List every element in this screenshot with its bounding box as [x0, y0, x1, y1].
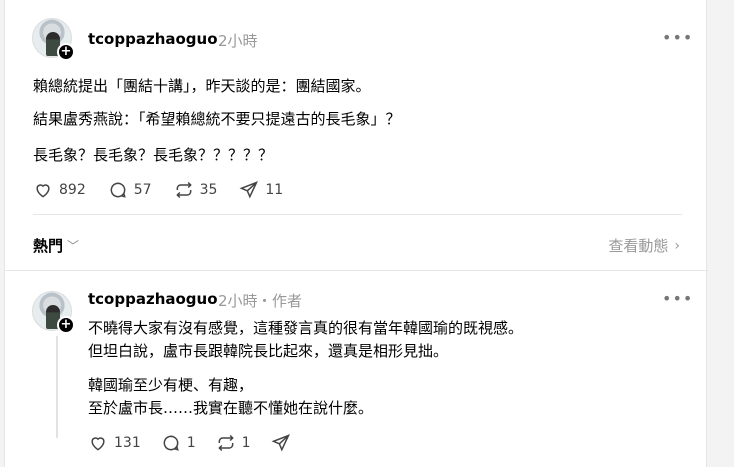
reply-line-4: 至於盧市長……我實在聽不懂她在說什麼。	[88, 399, 374, 417]
like-count: 131	[114, 435, 141, 451]
repost-icon	[217, 434, 234, 452]
comment-count: 57	[133, 182, 152, 198]
thread-card: + tcoppazhaoguo 2小時 ••• 賴總統提出「團結十講」，昨天談的…	[4, 0, 708, 467]
more-icon[interactable]: •••	[662, 28, 693, 47]
view-activity-label: 查看動態	[608, 237, 669, 255]
reply-line-2: 但坦白說，盧市長跟韓院長比起來，還真是相形見拙。	[88, 342, 449, 360]
heart-icon	[36, 184, 50, 198]
repost-count: 35	[199, 182, 218, 198]
sort-dropdown[interactable]: 熱門 ﹀	[33, 235, 79, 256]
follow-plus-icon[interactable]: +	[57, 43, 75, 61]
comment-icon	[163, 435, 179, 451]
sort-label: 熱門	[33, 237, 64, 255]
reply-actions: 131 1 1	[88, 433, 291, 453]
divider	[33, 214, 682, 215]
share-button[interactable]	[271, 433, 291, 453]
thread-line	[56, 336, 58, 438]
repost-button[interactable]: 1	[216, 433, 251, 453]
reply-avatar[interactable]: +	[32, 291, 75, 334]
view-activity-link[interactable]: 查看動態 ›	[608, 235, 680, 256]
share-count: 11	[265, 182, 284, 198]
post-line-1: 賴總統提出「團結十講」，昨天談的是：團結國家。	[33, 77, 371, 95]
author-tag: ・作者	[257, 292, 303, 310]
reply-line-1: 不曉得大家有沒有感覺，這種發言真的很有當年韓國瑜的既視感。	[88, 319, 524, 337]
post-actions: 892 57 35 11	[33, 180, 283, 200]
section-divider	[5, 270, 708, 271]
post-time[interactable]: 2小時	[218, 30, 258, 51]
chevron-right-icon: ›	[674, 237, 680, 254]
like-button[interactable]: 131	[88, 433, 141, 453]
comment-count: 1	[186, 435, 196, 451]
reply-line-3: 韓國瑜至少有梗、有趣，	[88, 376, 254, 394]
repost-button[interactable]: 35	[174, 180, 218, 200]
reply-time[interactable]: 2小時	[218, 290, 258, 311]
share-icon	[271, 434, 290, 452]
comment-icon	[110, 182, 126, 198]
follow-plus-icon[interactable]: +	[57, 316, 75, 334]
heart-icon	[91, 437, 105, 451]
repost-icon	[175, 181, 192, 199]
chevron-down-icon: ﹀	[67, 239, 80, 253]
share-icon	[239, 181, 259, 199]
avatar[interactable]: +	[32, 18, 75, 61]
like-count: 892	[59, 182, 86, 198]
more-icon[interactable]: •••	[662, 289, 693, 308]
comment-button[interactable]: 1	[161, 433, 196, 453]
comment-button[interactable]: 57	[108, 180, 152, 200]
like-button[interactable]: 892	[33, 180, 86, 200]
share-button[interactable]: 11	[239, 180, 283, 200]
reply-username[interactable]: tcoppazhaoguo	[88, 290, 218, 308]
repost-count: 1	[241, 435, 251, 451]
post-line-3: 長毛象？長毛象？長毛象？？？？？	[33, 146, 274, 164]
post-username[interactable]: tcoppazhaoguo	[88, 30, 218, 48]
post-line-2: 結果盧秀燕說：「希望賴總統不要只提遠古的長毛象」？	[33, 110, 401, 128]
